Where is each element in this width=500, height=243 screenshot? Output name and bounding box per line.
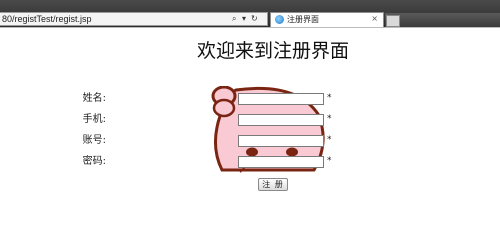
register-button[interactable]: 注 册 xyxy=(258,178,288,191)
refresh-icon[interactable]: ↻ xyxy=(251,13,258,25)
name-label: 姓名: xyxy=(82,93,106,104)
phone-input[interactable] xyxy=(238,114,324,126)
tab-close-icon[interactable]: × xyxy=(371,13,378,25)
phone-label: 手机: xyxy=(82,114,106,125)
required-mark: * xyxy=(327,114,332,124)
name-input[interactable] xyxy=(238,93,324,105)
password-input[interactable] xyxy=(238,156,324,168)
ie-favicon-icon xyxy=(275,15,284,24)
cartoon-cheek-shape xyxy=(212,98,236,118)
search-icon[interactable]: ⌕ xyxy=(232,13,236,25)
tab-regist[interactable]: 注册界面 × xyxy=(270,12,384,27)
account-label: 账号: xyxy=(82,135,106,146)
dropdown-icon[interactable]: ▾ xyxy=(242,13,246,25)
chrome-divider xyxy=(0,27,500,28)
tab-strip-background xyxy=(385,13,500,27)
required-mark: * xyxy=(327,135,332,145)
new-tab-button[interactable] xyxy=(386,15,400,27)
address-url[interactable]: 80/registTest/regist.jsp xyxy=(2,13,92,25)
account-input[interactable] xyxy=(238,135,324,147)
page-title: 欢迎来到注册界面 xyxy=(196,40,349,62)
required-mark: * xyxy=(327,156,332,166)
address-bar[interactable]: 80/registTest/regist.jsp ⌕ ▾ ↻ xyxy=(0,12,268,26)
tab-title: 注册界面 xyxy=(287,15,319,24)
password-label: 密码: xyxy=(82,156,106,167)
required-mark: * xyxy=(327,93,332,103)
